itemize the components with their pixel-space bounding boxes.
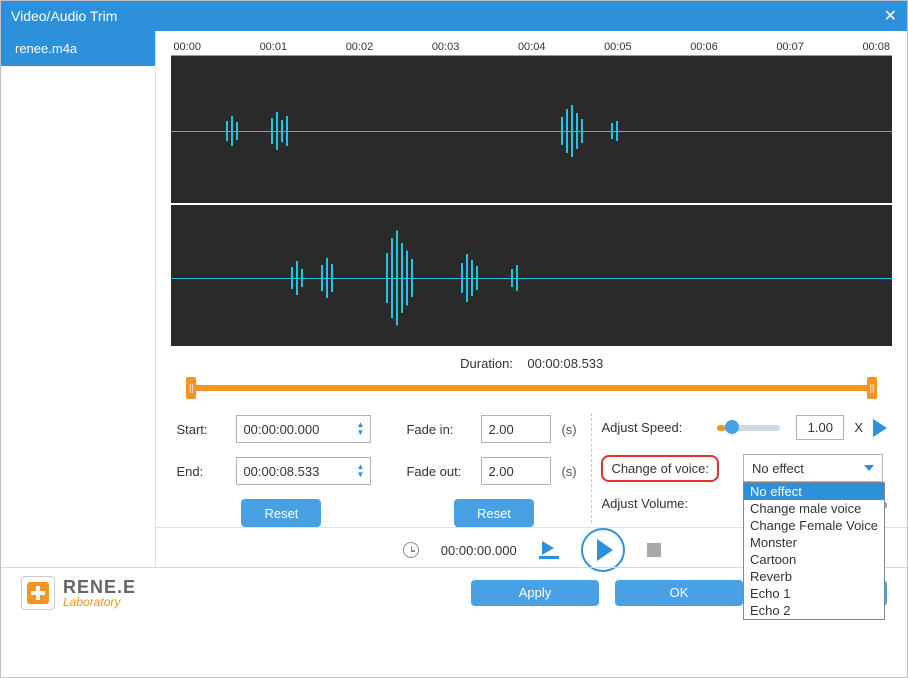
ruler-tick: 00:08 (862, 41, 890, 53)
voice-option[interactable]: Cartoon (744, 551, 884, 568)
voice-effect-combo[interactable]: No effect No effect Change male voice Ch… (743, 454, 883, 482)
voice-option[interactable]: No effect (744, 483, 884, 500)
dropdown-scrollbar[interactable]: ▲ ▼ (884, 483, 885, 619)
window-title: Video/Audio Trim (11, 8, 117, 24)
play-button[interactable] (581, 528, 625, 572)
time-ruler: 00:00 00:01 00:02 00:03 00:04 00:05 00:0… (171, 41, 892, 56)
trim-handle-left[interactable]: || (186, 377, 196, 399)
close-icon[interactable]: ✕ (884, 6, 897, 26)
volume-label: Adjust Volume: (601, 496, 701, 511)
duration-value: 00:00:08.533 (527, 356, 603, 371)
ruler-tick: 00:02 (346, 41, 374, 53)
ok-button[interactable]: OK (615, 580, 743, 606)
voice-effect-selected: No effect (752, 461, 804, 476)
ruler-tick: 00:04 (518, 41, 546, 53)
unit-seconds: (s) (561, 422, 576, 437)
fade-out-value: 2.00 (488, 464, 513, 479)
trim-handle-right[interactable]: || (867, 377, 877, 399)
voice-option[interactable]: Echo 2 (744, 602, 884, 619)
apply-button[interactable]: Apply (471, 580, 599, 606)
fade-in-input[interactable]: 2.00 (481, 415, 551, 443)
speed-play-icon[interactable] (873, 419, 887, 437)
waveform-display[interactable] (171, 56, 892, 346)
fade-out-input[interactable]: 2.00 (481, 457, 551, 485)
unit-seconds: (s) (561, 464, 576, 479)
reset-fade-button[interactable]: Reset (454, 499, 534, 527)
voice-effect-dropdown[interactable]: No effect Change male voice Change Femal… (743, 482, 885, 620)
playback-time: 00:00:00.000 (441, 543, 517, 558)
ruler-tick: 00:07 (776, 41, 804, 53)
fade-in-label: Fade in: (406, 422, 471, 437)
end-label: End: (176, 464, 226, 479)
stop-button[interactable] (647, 543, 661, 557)
end-time-value: 00:00:08.533 (243, 464, 319, 479)
change-voice-label: Change of voice: (611, 461, 709, 476)
start-time-input[interactable]: 00:00:00.000 ▲▼ (236, 415, 371, 443)
trim-range-bar[interactable]: || || (186, 377, 877, 401)
start-time-value: 00:00:00.000 (243, 422, 319, 437)
speed-slider[interactable] (717, 425, 780, 431)
clock-icon (403, 542, 419, 558)
voice-option[interactable]: Reverb (744, 568, 884, 585)
title-bar: Video/Audio Trim ✕ (1, 1, 907, 31)
duration-row: Duration: 00:00:08.533 (171, 346, 892, 377)
speed-label: Adjust Speed: (601, 420, 701, 435)
voice-option[interactable]: Change Female Voice (744, 517, 884, 534)
speed-value[interactable]: 1.00 (796, 415, 844, 440)
logo: RENE.E Laboratory (21, 576, 455, 610)
spin-buttons[interactable]: ▲▼ (357, 421, 365, 437)
file-sidebar: renee.m4a (1, 31, 156, 567)
ruler-tick: 00:00 (173, 41, 201, 53)
duration-label: Duration: (460, 356, 513, 371)
reset-trim-button[interactable]: Reset (241, 499, 321, 527)
file-item[interactable]: renee.m4a (1, 31, 155, 66)
chevron-down-icon[interactable] (864, 465, 874, 471)
speed-slider-thumb[interactable] (725, 420, 739, 434)
voice-option[interactable]: Echo 1 (744, 585, 884, 602)
voice-option[interactable]: Monster (744, 534, 884, 551)
end-time-input[interactable]: 00:00:08.533 ▲▼ (236, 457, 371, 485)
ruler-tick: 00:03 (432, 41, 460, 53)
start-label: Start: (176, 422, 226, 437)
ruler-tick: 00:06 (690, 41, 718, 53)
voice-option[interactable]: Change male voice (744, 500, 884, 517)
change-voice-label-highlight: Change of voice: (601, 455, 719, 482)
logo-badge-icon (21, 576, 55, 610)
speed-x: X (854, 420, 863, 435)
ruler-tick: 00:01 (260, 41, 288, 53)
ruler-tick: 00:05 (604, 41, 632, 53)
export-icon[interactable] (539, 541, 559, 559)
fade-in-value: 2.00 (488, 422, 513, 437)
spin-buttons[interactable]: ▲▼ (357, 463, 365, 479)
fade-out-label: Fade out: (406, 464, 471, 479)
